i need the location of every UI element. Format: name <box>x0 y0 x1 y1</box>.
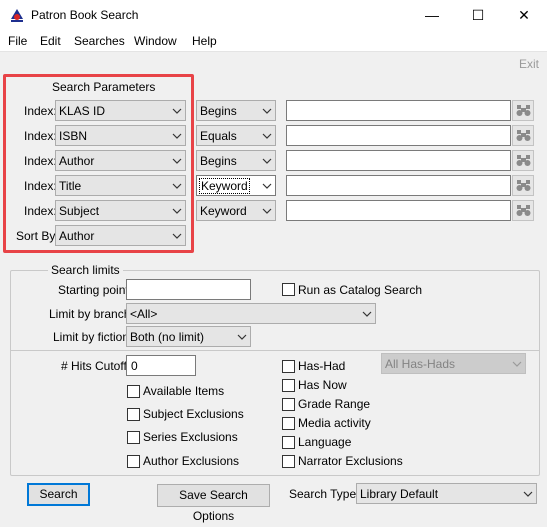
operator-select-5[interactable]: Keyword <box>196 200 276 221</box>
operator-select-value: Keyword <box>199 178 250 194</box>
author-exclusions-label: Author Exclusions <box>143 454 240 468</box>
chevron-down-icon <box>237 334 247 340</box>
starting-point-field[interactable] <box>127 280 250 299</box>
operator-select-value: Begins <box>200 154 237 168</box>
menu-searches[interactable]: Searches <box>74 34 125 48</box>
binoculars-icon <box>516 105 531 116</box>
exit-button[interactable]: Exit <box>519 57 539 71</box>
available-items-label: Available Items <box>143 384 225 398</box>
operator-select-value: Keyword <box>200 204 247 218</box>
has-now-checkbox[interactable] <box>282 379 295 392</box>
hits-cutoff-field[interactable] <box>127 356 195 375</box>
search-button[interactable]: Search <box>27 483 90 506</box>
maximize-button[interactable]: ☐ <box>455 0 501 30</box>
has-had-select-value: All Has-Hads <box>385 357 456 371</box>
has-had-label: Has-Had <box>298 359 346 373</box>
language-label: Language <box>298 435 352 449</box>
minimize-button[interactable]: — <box>409 0 455 30</box>
has-had-select: All Has-Hads <box>381 353 526 374</box>
close-button[interactable]: ✕ <box>501 0 547 30</box>
search-type-select[interactable]: Library Default <box>356 483 537 504</box>
branch-value: <All> <box>130 307 158 321</box>
search-term-input-2[interactable] <box>286 125 511 146</box>
browse-button-3[interactable] <box>512 150 534 171</box>
search-term-field[interactable] <box>287 176 510 195</box>
chevron-down-icon <box>262 208 272 214</box>
browse-button-5[interactable] <box>512 200 534 221</box>
fiction-value: Both (no limit) <box>130 330 205 344</box>
binoculars-icon <box>516 155 531 166</box>
window-title: Patron Book Search <box>31 8 139 22</box>
search-term-input-4[interactable] <box>286 175 511 196</box>
menu-window[interactable]: Window <box>134 34 177 48</box>
fiction-label: Limit by fiction: <box>53 330 133 344</box>
search-term-input-3[interactable] <box>286 150 511 171</box>
branch-label: Limit by branch: <box>49 307 134 321</box>
available-items-checkbox[interactable] <box>127 385 140 398</box>
search-type-label: Search Type: <box>289 487 360 501</box>
narrator-exclusions-checkbox[interactable] <box>282 455 295 468</box>
chevron-down-icon <box>523 491 533 497</box>
operator-select-value: Begins <box>200 104 237 118</box>
title-bar: Patron Book Search — ☐ ✕ <box>0 0 547 30</box>
chevron-down-icon <box>512 361 522 367</box>
search-term-field[interactable] <box>287 101 510 120</box>
browse-button-4[interactable] <box>512 175 534 196</box>
chevron-down-icon <box>362 311 372 317</box>
series-exclusions-label: Series Exclusions <box>143 430 238 444</box>
search-term-field[interactable] <box>287 151 510 170</box>
search-term-field[interactable] <box>287 201 510 220</box>
media-activity-checkbox[interactable] <box>282 417 295 430</box>
toolbar: Exit <box>0 52 547 74</box>
run-as-catalog-checkbox[interactable] <box>282 283 295 296</box>
operator-select-2[interactable]: Equals <box>196 125 276 146</box>
app-icon <box>11 9 23 22</box>
series-exclusions-checkbox[interactable] <box>127 431 140 444</box>
starting-point-label: Starting point: <box>58 283 133 297</box>
language-checkbox[interactable] <box>282 436 295 449</box>
highlight-box <box>3 74 194 253</box>
narrator-exclusions-label: Narrator Exclusions <box>298 454 403 468</box>
branch-select[interactable]: <All> <box>126 303 376 324</box>
menu-bar: File Edit Searches Window Help <box>0 30 547 52</box>
subject-exclusions-checkbox[interactable] <box>127 408 140 421</box>
author-exclusions-checkbox[interactable] <box>127 455 140 468</box>
chevron-down-icon <box>262 183 272 189</box>
search-term-input-5[interactable] <box>286 200 511 221</box>
binoculars-icon <box>516 180 531 191</box>
search-type-value: Library Default <box>360 487 439 501</box>
menu-edit[interactable]: Edit <box>40 34 61 48</box>
menu-help[interactable]: Help <box>192 34 217 48</box>
fiction-select[interactable]: Both (no limit) <box>126 326 251 347</box>
operator-select-1[interactable]: Begins <box>196 100 276 121</box>
media-activity-label: Media activity <box>298 416 371 430</box>
chevron-down-icon <box>262 108 272 114</box>
chevron-down-icon <box>262 133 272 139</box>
has-now-label: Has Now <box>298 378 347 392</box>
binoculars-icon <box>516 205 531 216</box>
chevron-down-icon <box>262 158 272 164</box>
starting-point-input[interactable] <box>126 279 251 300</box>
browse-button-1[interactable] <box>512 100 534 121</box>
menu-file[interactable]: File <box>8 34 27 48</box>
binoculars-icon <box>516 130 531 141</box>
search-limits-legend: Search limits <box>48 263 123 277</box>
has-had-checkbox[interactable] <box>282 360 295 373</box>
search-term-input-1[interactable] <box>286 100 511 121</box>
hits-cutoff-input[interactable] <box>126 355 196 376</box>
browse-button-2[interactable] <box>512 125 534 146</box>
subject-exclusions-label: Subject Exclusions <box>143 407 244 421</box>
operator-select-3[interactable]: Begins <box>196 150 276 171</box>
grade-range-checkbox[interactable] <box>282 398 295 411</box>
grade-range-label: Grade Range <box>298 397 371 411</box>
hits-cutoff-label: # Hits Cutoff: <box>61 359 131 373</box>
search-term-field[interactable] <box>287 126 510 145</box>
save-search-options-button[interactable]: Save Search Options <box>157 484 270 523</box>
operator-select-4[interactable]: Keyword <box>196 175 276 196</box>
divider <box>11 350 539 351</box>
run-as-catalog-label: Run as Catalog Search <box>298 283 423 297</box>
operator-select-value: Equals <box>200 129 237 143</box>
